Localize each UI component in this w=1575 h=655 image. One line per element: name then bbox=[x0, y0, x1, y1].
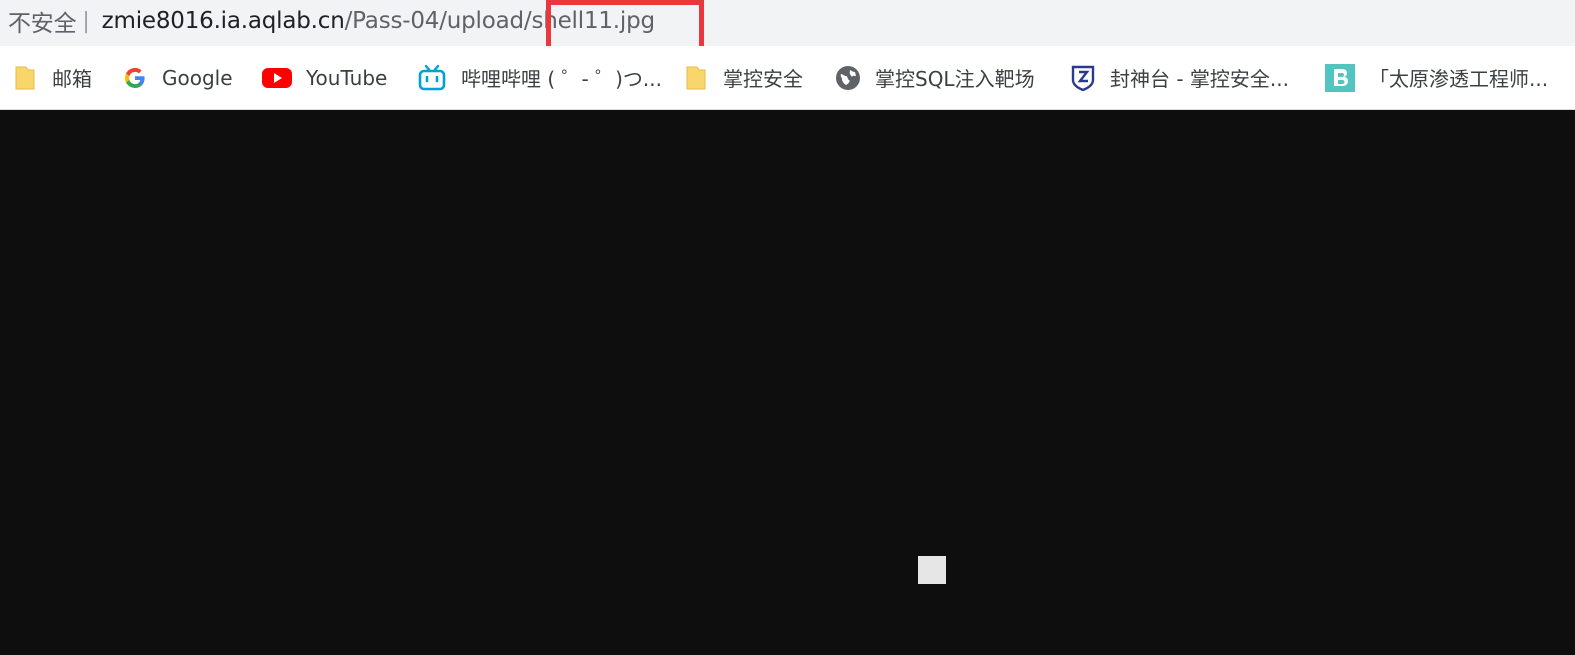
fengshentai-icon bbox=[1070, 65, 1096, 91]
bookmark-zhangkong[interactable]: 掌控安全 bbox=[683, 46, 803, 109]
bookmark-youtube[interactable]: YouTube bbox=[262, 46, 387, 109]
folder-icon bbox=[683, 65, 709, 91]
bookmark-fengshentai[interactable]: 封神台 - 掌控安全... bbox=[1070, 46, 1289, 109]
bookmark-label: 掌控SQL注入靶场 bbox=[875, 67, 1035, 91]
bookmarks-bar: 邮箱 Google YouTube 哔哩哔哩 ( ゜- ゜)つ... 掌控安全 … bbox=[0, 46, 1575, 110]
broken-image-placeholder bbox=[918, 556, 946, 584]
bilibili-icon bbox=[417, 64, 447, 91]
url-field[interactable]: 不安全 | zmie8016.ia.aqlab.cn/Pass-04/uploa… bbox=[8, 4, 655, 38]
url-host: zmie8016.ia.aqlab.cn bbox=[101, 8, 345, 34]
globe-icon bbox=[835, 65, 861, 91]
youtube-icon bbox=[262, 65, 292, 91]
security-indicator[interactable]: 不安全 bbox=[8, 4, 77, 38]
b-letter-icon bbox=[1325, 63, 1355, 92]
bookmark-bilibili[interactable]: 哔哩哔哩 ( ゜- ゜)つ... bbox=[417, 46, 662, 109]
folder-icon bbox=[12, 65, 38, 91]
address-bar[interactable]: 不安全 | zmie8016.ia.aqlab.cn/Pass-04/uploa… bbox=[0, 0, 1575, 46]
bookmark-label: 哔哩哔哩 ( ゜- ゜)つ... bbox=[461, 67, 662, 91]
bookmark-taiyuan[interactable]: 「太原渗透工程师... bbox=[1325, 46, 1548, 109]
bookmark-label: 封神台 - 掌控安全... bbox=[1110, 67, 1290, 91]
bookmark-mailbox[interactable]: 邮箱 bbox=[12, 46, 92, 109]
bookmark-label: Google bbox=[162, 65, 233, 90]
bookmark-label: 「太原渗透工程师... bbox=[1369, 67, 1549, 91]
image-viewer bbox=[0, 110, 1575, 655]
url-path: /Pass-04/upload/shell11.jpg bbox=[344, 8, 656, 34]
bookmark-label: YouTube bbox=[306, 65, 388, 90]
bookmark-sql-range[interactable]: 掌控SQL注入靶场 bbox=[835, 46, 1035, 109]
google-icon bbox=[122, 65, 148, 91]
bookmark-google[interactable]: Google bbox=[122, 46, 233, 109]
bookmark-label: 邮箱 bbox=[52, 67, 92, 91]
url-separator: | bbox=[82, 8, 90, 34]
bookmark-label: 掌控安全 bbox=[723, 67, 803, 91]
